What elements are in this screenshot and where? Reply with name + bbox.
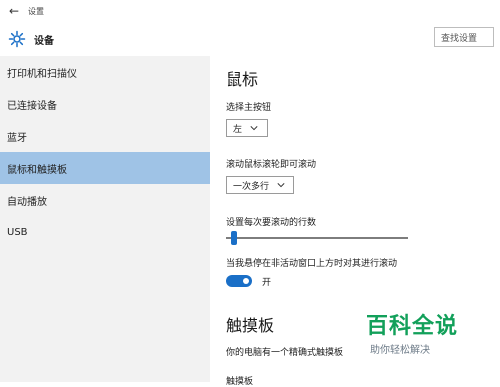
primary-button-value: 左 (233, 124, 243, 135)
lines-slider-thumb[interactable] (231, 231, 237, 245)
section-title-mouse: 鼠标 (226, 70, 259, 89)
sidebar-item-label: 自动播放 (7, 196, 47, 208)
watermark-title: 百科全说 (366, 314, 459, 339)
search-placeholder: 查找设置 (441, 33, 478, 44)
sidebar-item-autoplay[interactable]: 自动播放 (0, 184, 210, 216)
window-title: 设置 (28, 6, 44, 16)
sidebar-item-usb[interactable]: USB (0, 216, 210, 248)
search-input[interactable]: 查找设置 (434, 27, 494, 47)
primary-button-label: 选择主按钮 (226, 103, 272, 113)
wheel-scroll-label: 滚动鼠标滚轮即可滚动 (226, 160, 317, 170)
section-title-touchpad: 触摸板 (226, 316, 275, 335)
sidebar-item-label: 已连接设备 (7, 100, 57, 112)
sidebar-item-mouse-touchpad[interactable]: 鼠标和触摸板 (0, 152, 210, 184)
sidebar-item-connected-devices[interactable]: 已连接设备 (0, 88, 210, 120)
wheel-scroll-dropdown[interactable]: 一次多行 (226, 176, 294, 194)
sidebar: 打印机和扫描仪 已连接设备 蓝牙 鼠标和触摸板 自动播放 USB (0, 56, 210, 382)
chevron-down-icon (277, 183, 285, 188)
primary-button-dropdown[interactable]: 左 (226, 119, 268, 137)
toggle-knob (243, 278, 249, 284)
watermark: 百科全说 助你轻松解决 (366, 308, 476, 358)
inactive-scroll-label: 当我悬停在非活动窗口上方时对其进行滚动 (226, 259, 398, 269)
lines-to-scroll-label: 设置每次要滚动的行数 (226, 218, 317, 228)
sidebar-item-label: 打印机和扫描仪 (7, 68, 77, 80)
gear-icon (8, 30, 26, 48)
toggle-state-label: 开 (262, 278, 272, 288)
chevron-down-icon (250, 126, 258, 131)
sidebar-item-label: 蓝牙 (7, 132, 27, 144)
wheel-scroll-value: 一次多行 (233, 181, 270, 192)
page-header: 设备 查找设置 (0, 22, 500, 56)
sidebar-item-label: 鼠标和触摸板 (7, 164, 67, 176)
sidebar-item-printers[interactable]: 打印机和扫描仪 (0, 56, 210, 88)
left-arrow-icon: ← (8, 4, 20, 18)
sidebar-item-label: USB (7, 226, 28, 238)
watermark-subtitle: 助你轻松解决 (370, 345, 430, 356)
sidebar-item-bluetooth[interactable]: 蓝牙 (0, 120, 210, 152)
inactive-scroll-toggle[interactable] (226, 275, 252, 287)
title-bar: ← 设置 (0, 0, 500, 22)
touchpad-subheading: 触摸板 (226, 377, 254, 387)
touchpad-description: 你的电脑有一个精确式触摸板 (226, 348, 344, 358)
lines-slider-track[interactable] (226, 237, 408, 239)
page-title: 设备 (34, 35, 54, 47)
back-button[interactable]: ← (0, 0, 28, 22)
